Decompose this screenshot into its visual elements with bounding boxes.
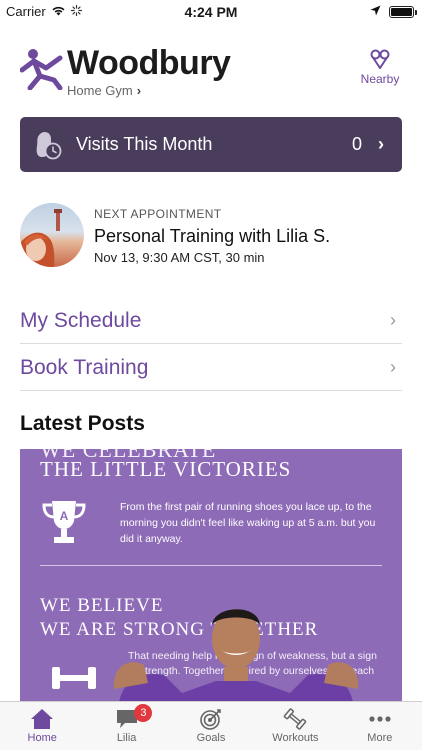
map-pins-icon [358, 48, 402, 70]
check-in-clock-icon [34, 130, 62, 160]
post-divider [40, 565, 382, 566]
my-schedule-label: My Schedule [20, 308, 142, 332]
chevron-right-icon: › [136, 83, 142, 98]
tab-home[interactable]: Home [0, 702, 84, 750]
chat-bubble-icon [84, 708, 168, 730]
target-icon [169, 708, 253, 730]
chevron-right-icon: › [390, 357, 396, 377]
nearby-button[interactable]: Nearby [358, 48, 402, 86]
dumbbell-icon [253, 708, 337, 730]
status-bar-right [370, 4, 417, 19]
post-body-victories: From the first pair of running shoes you… [120, 501, 376, 545]
my-schedule-row[interactable]: My Schedule › [20, 298, 402, 344]
visits-this-month-button[interactable]: Visits This Month 0 › [20, 117, 402, 172]
tab-home-label: Home [27, 732, 57, 744]
gym-name: Woodbury [67, 44, 231, 82]
latest-posts-title: Latest Posts [20, 412, 145, 435]
chevron-right-icon: › [378, 134, 384, 154]
home-icon [0, 708, 84, 730]
tab-workouts-label: Workouts [272, 732, 319, 744]
status-bar: Carrier 4:24 PM [0, 0, 422, 22]
tab-lilia[interactable]: 3 Lilia [84, 702, 168, 750]
tab-workouts[interactable]: Workouts [253, 702, 337, 750]
home-gym-label: Home Gym [67, 83, 133, 98]
tab-more[interactable]: More [338, 702, 422, 750]
book-training-row[interactable]: Book Training › [20, 345, 402, 391]
bottom-tab-bar: Home 3 Lilia Goals Workouts More [0, 701, 422, 750]
nearby-label: Nearby [360, 72, 400, 86]
svg-text:A: A [60, 509, 69, 523]
appointment-kicker: NEXT APPOINTMENT [94, 207, 222, 221]
post-dumbbell-icon [50, 661, 98, 695]
next-appointment-card[interactable]: NEXT APPOINTMENT Personal Training with … [20, 202, 402, 270]
post-heading-victories: THE LITTLE VICTORIES [40, 457, 292, 481]
more-dots-icon [338, 708, 422, 730]
trainer-avatar [20, 203, 84, 267]
appointment-time: Nov 13, 9:30 AM CST, 30 min [94, 250, 265, 265]
location-arrow-icon [370, 4, 381, 19]
home-gym-link[interactable]: Home Gym › [67, 83, 141, 98]
chevron-right-icon: › [390, 310, 396, 330]
tab-lilia-label: Lilia [116, 732, 137, 744]
tab-more-label: More [367, 732, 393, 744]
tab-goals-label: Goals [196, 732, 226, 744]
battery-icon [389, 5, 417, 18]
visits-label: Visits This Month [76, 134, 213, 154]
brand-logo-icon [19, 46, 64, 91]
tab-goals[interactable]: Goals [169, 702, 253, 750]
book-training-label: Book Training [20, 355, 149, 379]
visits-count: 0 [351, 134, 362, 154]
post-person-photo [108, 597, 364, 701]
latest-post-card[interactable]: WE CELEBRATE THE LITTLE VICTORIES A From… [20, 449, 402, 701]
appointment-title: Personal Training with Lilia S. [94, 226, 331, 246]
gym-header: Woodbury Home Gym › Nearby [19, 44, 402, 104]
trophy-icon: A [40, 497, 88, 549]
status-time: 4:24 PM [184, 4, 238, 20]
